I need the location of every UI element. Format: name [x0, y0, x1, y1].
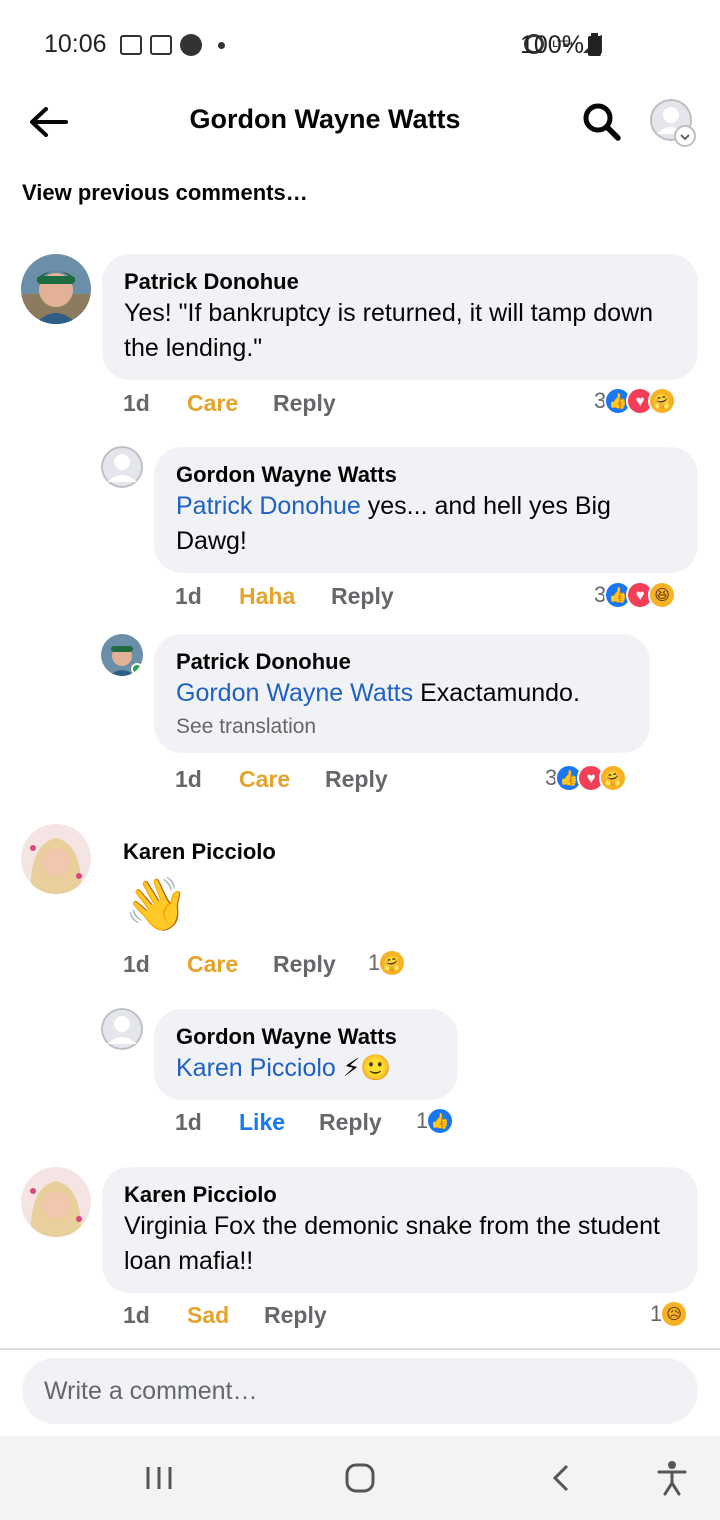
battery-icon [588, 33, 601, 56]
comment-actions: 1d Care Reply [123, 951, 336, 978]
home-icon [345, 1463, 375, 1493]
reaction-summary[interactable]: 1 🤗 [368, 949, 407, 977]
mention-link[interactable]: Patrick Donohue [176, 492, 361, 520]
comment-time[interactable]: 1d [123, 1302, 187, 1329]
comment-text: Virginia Fox the demonic snake from the … [124, 1212, 660, 1275]
composer-divider [0, 1348, 720, 1350]
comment-actions: 1d Like Reply [175, 1109, 382, 1136]
comment-bubble[interactable]: Patrick Donohue Gordon Wayne Watts Exact… [154, 634, 650, 753]
comment-actions: 1d Sad Reply [123, 1302, 327, 1329]
comment-bubble[interactable]: Karen Picciolo Virginia Fox the demonic … [102, 1167, 698, 1293]
comment-author[interactable]: Gordon Wayne Watts [176, 461, 676, 489]
comment-text: Gordon Wayne Watts Exactamundo. [176, 676, 628, 711]
reply-button[interactable]: Reply [273, 951, 336, 978]
recent-apps-icon [146, 1467, 172, 1489]
avatar[interactable] [101, 634, 143, 676]
accessibility-button[interactable] [650, 1456, 694, 1500]
comment-input[interactable] [22, 1358, 698, 1424]
notification-icons [120, 34, 225, 56]
patrick-avatar-image [21, 254, 91, 324]
mention-link[interactable]: Gordon Wayne Watts [176, 679, 413, 707]
avatar[interactable] [21, 824, 91, 894]
reaction-summary[interactable]: 3 👍 ♥ 🤗 [545, 764, 628, 792]
reply-button[interactable]: Reply [331, 583, 394, 610]
comment-actions: 1d Care Reply [123, 390, 336, 417]
reply-button[interactable]: Reply [264, 1302, 327, 1329]
like-icon: 👍 [426, 1107, 455, 1135]
comment-text: Yes! "If bankruptcy is returned, it will… [124, 299, 654, 362]
avatar[interactable] [101, 446, 143, 488]
comment-bubble[interactable]: Gordon Wayne Watts Karen Picciolo ⚡🙂 [154, 1009, 458, 1100]
calendar-icon [150, 35, 172, 55]
search-button[interactable] [580, 100, 624, 144]
haha-icon: 😆 [648, 581, 677, 609]
gallery-icon [120, 35, 142, 55]
more-notifications-icon [218, 41, 225, 49]
reaction-summary[interactable]: 3 👍 ♥ 🤗 [594, 387, 677, 415]
page-title: Gordon Wayne Watts [189, 104, 461, 134]
comment-author[interactable]: Gordon Wayne Watts [176, 1023, 436, 1051]
mention-link[interactable]: Karen Picciolo [176, 1054, 336, 1082]
comment-author[interactable]: Karen Picciolo [124, 1181, 676, 1209]
chevron-left-icon [552, 1464, 569, 1492]
recent-apps-button[interactable] [137, 1456, 181, 1500]
reaction-summary[interactable]: 3 👍 ♥ 😆 [594, 581, 677, 609]
comment-time[interactable]: 1d [175, 583, 239, 610]
battery-percent: 100% [520, 31, 584, 59]
sad-icon: 😥 [660, 1300, 689, 1328]
default-avatar-icon [101, 446, 143, 488]
comment-actions: 1d Haha Reply [175, 583, 394, 610]
comment-author[interactable]: Patrick Donohue [176, 648, 628, 676]
care-icon: 🤗 [648, 387, 677, 415]
comment-author[interactable]: Karen Picciolo [123, 838, 276, 866]
karen-avatar-image [21, 824, 91, 894]
profile-menu-button[interactable] [649, 98, 697, 148]
care-icon: 🤗 [599, 764, 628, 792]
nav-back-button[interactable] [540, 1456, 584, 1500]
comment-actions: 1d Care Reply [175, 766, 388, 793]
status-time: 10:06 [44, 30, 107, 58]
comment-bubble[interactable]: Gordon Wayne Watts Patrick Donohue yes..… [154, 447, 698, 573]
system-nav-bar [0, 1436, 720, 1520]
waving-hand-icon: 👋 [124, 876, 189, 934]
reply-button[interactable]: Reply [319, 1109, 382, 1136]
comment-time[interactable]: 1d [123, 390, 187, 417]
comment-time[interactable]: 1d [175, 1109, 239, 1136]
comment-time[interactable]: 1d [123, 951, 187, 978]
karen-avatar-image [21, 1167, 91, 1237]
avatar[interactable] [21, 254, 91, 324]
reaction-button[interactable]: Care [239, 766, 325, 793]
avatar[interactable] [101, 1008, 143, 1050]
profile-avatar-icon [650, 99, 696, 147]
messenger-icon [180, 34, 202, 56]
accessibility-icon [657, 1461, 687, 1496]
view-previous-comments-link[interactable]: View previous comments… [22, 180, 308, 206]
reaction-button[interactable]: Care [187, 951, 273, 978]
avatar[interactable] [21, 1167, 91, 1237]
care-icon: 🤗 [378, 949, 407, 977]
comment-time[interactable]: 1d [175, 766, 239, 793]
home-button[interactable] [338, 1456, 382, 1500]
see-translation-link[interactable]: See translation [176, 715, 628, 739]
comment-author[interactable]: Patrick Donohue [124, 268, 676, 296]
reply-button[interactable]: Reply [325, 766, 388, 793]
default-avatar-icon [101, 1008, 143, 1050]
comment-body: Exactamundo. [413, 679, 580, 707]
search-icon [583, 103, 621, 141]
reaction-summary[interactable]: 1 😥 [650, 1300, 689, 1328]
reaction-button[interactable]: Sad [187, 1302, 264, 1329]
comment-body: ⚡🙂 [335, 1054, 392, 1082]
comment-text: Patrick Donohue yes... and hell yes Big … [176, 489, 676, 559]
comment-bubble[interactable]: Patrick Donohue Yes! "If bankruptcy is r… [102, 254, 698, 380]
status-bar: 10:06 LTE+ 100% [0, 0, 720, 90]
comment-text: Karen Picciolo ⚡🙂 [176, 1051, 436, 1086]
reaction-button[interactable]: Care [187, 390, 273, 417]
reaction-button[interactable]: Like [239, 1109, 319, 1136]
comment-composer[interactable] [22, 1358, 698, 1424]
app-header: Gordon Wayne Watts [0, 90, 720, 152]
patrick-avatar-image [101, 634, 143, 676]
reaction-button[interactable]: Haha [239, 583, 331, 610]
reply-button[interactable]: Reply [273, 390, 336, 417]
reaction-summary[interactable]: 1 👍 [416, 1107, 455, 1135]
